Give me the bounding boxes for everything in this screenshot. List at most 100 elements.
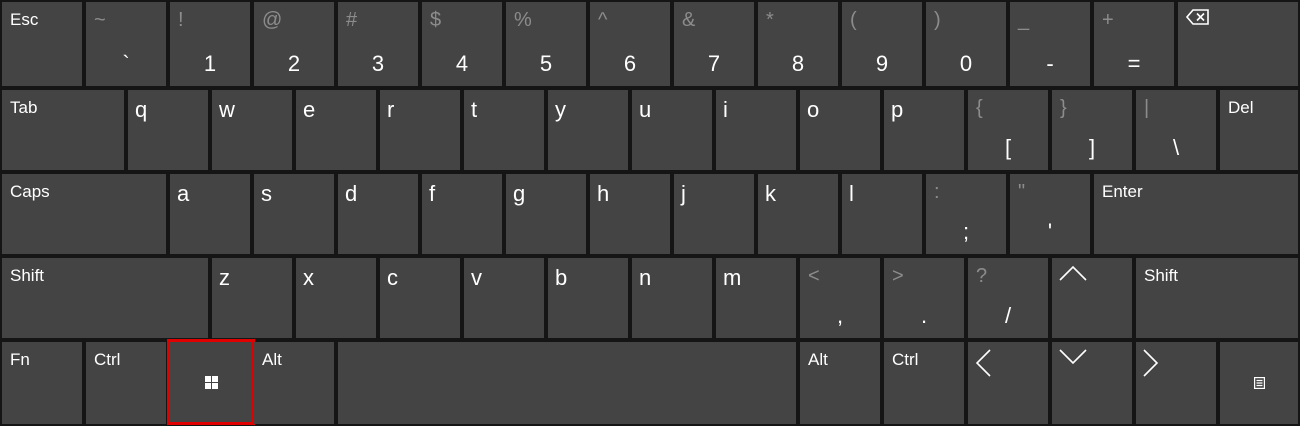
key-d[interactable]: d: [338, 174, 418, 254]
key-v[interactable]: v: [464, 258, 544, 338]
key-alt-right[interactable]: Alt: [800, 342, 880, 424]
key-5[interactable]: % 5: [506, 2, 586, 86]
key-e[interactable]: e: [296, 90, 376, 170]
key-del[interactable]: Del: [1220, 90, 1298, 170]
key-char: c: [387, 265, 398, 290]
key-char: 0: [959, 51, 973, 76]
key-b[interactable]: b: [548, 258, 628, 338]
key-x[interactable]: x: [296, 258, 376, 338]
shift-symbol: ~: [94, 9, 106, 31]
key-arrow-down[interactable]: [1052, 342, 1132, 424]
key-j[interactable]: j: [674, 174, 754, 254]
key-s[interactable]: s: [254, 174, 334, 254]
key-alt-left[interactable]: Alt: [254, 342, 334, 424]
key-char: /: [1004, 303, 1012, 328]
windows-logo-icon: [168, 340, 254, 424]
key-g[interactable]: g: [506, 174, 586, 254]
key-period[interactable]: > .: [884, 258, 964, 338]
key-arrow-up[interactable]: [1052, 258, 1132, 338]
key-q[interactable]: q: [128, 90, 208, 170]
key-fn[interactable]: Fn: [2, 342, 82, 424]
key-space[interactable]: [338, 342, 796, 424]
key-arrow-left[interactable]: [968, 342, 1048, 424]
key-char: z: [219, 265, 230, 290]
key-7[interactable]: & 7: [674, 2, 754, 86]
key-i[interactable]: i: [716, 90, 796, 170]
key-char: 1: [203, 51, 217, 76]
key-comma[interactable]: < ,: [800, 258, 880, 338]
key-6[interactable]: ^ 6: [590, 2, 670, 86]
key-f[interactable]: f: [422, 174, 502, 254]
key-shift-left[interactable]: Shift: [2, 258, 208, 338]
backspace-icon: [1185, 8, 1210, 31]
key-backslash[interactable]: | \: [1136, 90, 1216, 170]
key-slash[interactable]: ? /: [968, 258, 1048, 338]
key-1[interactable]: ! 1: [170, 2, 250, 86]
key-char: 9: [875, 51, 889, 76]
key-char: t: [471, 97, 478, 122]
key-y[interactable]: y: [548, 90, 628, 170]
key-char: y: [555, 97, 566, 122]
key-menu[interactable]: [1220, 342, 1298, 424]
key-char: b: [555, 265, 568, 290]
key-label: Ctrl: [94, 350, 121, 369]
key-tab[interactable]: Tab: [2, 90, 124, 170]
key-ctrl-left[interactable]: Ctrl: [86, 342, 166, 424]
key-minus[interactable]: _ -: [1010, 2, 1090, 86]
key-char: 4: [455, 51, 469, 76]
key-ctrl-right[interactable]: Ctrl: [884, 342, 964, 424]
key-char: f: [429, 181, 436, 206]
key-char: 5: [539, 51, 553, 76]
key-p[interactable]: p: [884, 90, 964, 170]
key-shift-right[interactable]: Shift: [1136, 258, 1298, 338]
on-screen-keyboard: { "keyboard": { "row1": [ {"label":"Esc"…: [0, 0, 1300, 426]
key-quote[interactable]: " ': [1010, 174, 1090, 254]
key-l[interactable]: l: [842, 174, 922, 254]
key-r[interactable]: r: [380, 90, 460, 170]
key-char: m: [723, 265, 742, 290]
key-char: o: [807, 97, 820, 122]
key-u[interactable]: u: [632, 90, 712, 170]
key-label: Shift: [1144, 266, 1179, 285]
shift-symbol: :: [934, 181, 940, 203]
shift-symbol: +: [1102, 9, 1114, 31]
key-char: r: [387, 97, 395, 122]
key-h[interactable]: h: [590, 174, 670, 254]
key-k[interactable]: k: [758, 174, 838, 254]
key-a[interactable]: a: [170, 174, 250, 254]
key-z[interactable]: z: [212, 258, 292, 338]
key-equals[interactable]: + =: [1094, 2, 1174, 86]
key-char: e: [303, 97, 316, 122]
key-esc[interactable]: Esc: [2, 2, 82, 86]
arrow-right-icon: [1142, 348, 1160, 383]
key-right-bracket[interactable]: } ]: [1052, 90, 1132, 170]
key-label: Fn: [10, 350, 30, 369]
shift-symbol: |: [1144, 97, 1150, 119]
key-3[interactable]: # 3: [338, 2, 418, 86]
shift-symbol: (: [850, 9, 857, 31]
key-o[interactable]: o: [800, 90, 880, 170]
key-n[interactable]: n: [632, 258, 712, 338]
key-windows[interactable]: [167, 339, 255, 425]
key-4[interactable]: $ 4: [422, 2, 502, 86]
key-t[interactable]: t: [464, 90, 544, 170]
shift-symbol: >: [892, 265, 904, 287]
key-semicolon[interactable]: : ;: [926, 174, 1006, 254]
key-char: h: [597, 181, 610, 206]
key-8[interactable]: * 8: [758, 2, 838, 86]
key-w[interactable]: w: [212, 90, 292, 170]
key-backtick[interactable]: ~ `: [86, 2, 166, 86]
key-char: q: [135, 97, 148, 122]
key-arrow-right[interactable]: [1136, 342, 1216, 424]
shift-symbol: $: [430, 9, 442, 31]
key-2[interactable]: @ 2: [254, 2, 334, 86]
key-c[interactable]: c: [380, 258, 460, 338]
key-9[interactable]: ( 9: [842, 2, 922, 86]
key-0[interactable]: ) 0: [926, 2, 1006, 86]
shift-symbol: ^: [598, 9, 608, 31]
key-backspace[interactable]: [1178, 2, 1298, 86]
key-m[interactable]: m: [716, 258, 796, 338]
key-left-bracket[interactable]: { [: [968, 90, 1048, 170]
key-enter[interactable]: Enter: [1094, 174, 1298, 254]
key-caps[interactable]: Caps: [2, 174, 166, 254]
